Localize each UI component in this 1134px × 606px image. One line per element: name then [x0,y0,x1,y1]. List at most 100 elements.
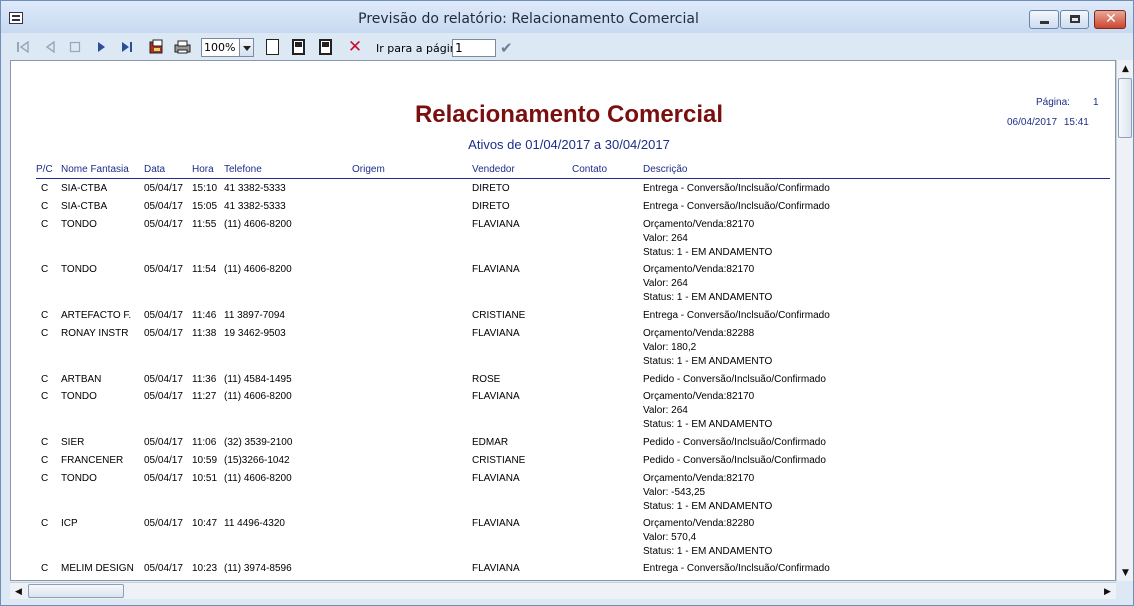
cell-telefone: 19 3462-9503 [224,328,286,339]
cell-descricao: Valor: 264 [643,233,688,244]
close-preview-button[interactable]: ✕ [346,37,364,57]
cell-descricao: Status: 1 - EM ANDAMENTO [643,356,773,367]
scroll-right-arrow[interactable]: ▶ [1099,583,1116,600]
cell-hora: 11:46 [192,310,217,321]
goto-page-input[interactable]: 1 [452,39,496,57]
cell-telefone: (11) 4606-8200 [224,219,292,230]
minimize-button[interactable] [1029,10,1059,29]
cell-descricao: Status: 1 - EM ANDAMENTO [643,292,773,303]
report-preview-window: Previsão do relatório: Relacionamento Co… [0,0,1134,606]
cell-vendedor: FLAVIANA [472,328,520,339]
last-page-button[interactable] [118,38,136,56]
cell-vendedor: FLAVIANA [472,518,520,529]
cell-data: 05/04/17 [144,264,183,275]
cell-pc: C [41,310,49,321]
cell-data: 05/04/17 [144,310,183,321]
zoom-select[interactable]: 100% [201,38,254,57]
close-button[interactable]: ✕ [1094,10,1126,29]
header-descricao: Descrição [643,164,688,175]
header-telefone: Telefone [224,164,262,175]
cell-vendedor: FLAVIANA [472,563,520,574]
cell-nome-fantasia: SIER [61,437,85,448]
cell-vendedor: ROSE [472,374,501,385]
page-number: 1 [1093,97,1099,108]
title-bar[interactable]: Previsão do relatório: Relacionamento Co… [1,1,1133,33]
cell-vendedor: DIRETO [472,201,510,212]
export-icon [149,39,163,54]
cell-vendedor: DIRETO [472,183,510,194]
chevron-down-icon[interactable] [239,39,253,56]
cell-nome-fantasia: ARTEFACTO F. [61,310,132,321]
cell-data: 05/04/17 [144,391,183,402]
cell-telefone: (32) 3539-2100 [224,437,293,448]
print-button[interactable] [174,38,192,56]
stop-button[interactable] [66,38,84,56]
cell-hora: 11:36 [192,374,217,385]
cell-descricao: Pedido - Conversão/Inclsuão/Confirmado [643,374,826,385]
cell-pc: C [41,391,49,402]
cell-data: 05/04/17 [144,455,183,466]
page-width-view-button[interactable] [292,39,305,55]
window-title: Previsão do relatório: Relacionamento Co… [358,11,699,27]
cell-descricao: Status: 1 - EM ANDAMENTO [643,546,773,557]
cell-pc: C [41,264,49,275]
single-page-view-button[interactable] [266,39,279,55]
close-red-icon: ✕ [347,37,363,57]
checkmark-icon[interactable]: ✔ [500,39,513,57]
cell-telefone: 41 3382-5333 [224,201,286,212]
cell-data: 05/04/17 [144,563,183,574]
cell-descricao: Valor: 264 [643,405,688,416]
cell-hora: 10:47 [192,518,218,529]
cell-pc: C [41,183,49,194]
header-hora: Hora [192,164,214,175]
two-page-view-button[interactable] [319,39,332,55]
cell-data: 05/04/17 [144,201,183,212]
cell-descricao: Pedido - Conversão/Inclsuão/Confirmado [643,437,826,448]
cell-pc: C [41,328,49,339]
cell-nome-fantasia: TONDO [61,264,97,275]
first-page-icon [17,41,29,53]
print-date: 06/04/2017 [1007,117,1058,128]
scroll-down-arrow[interactable]: ▼ [1117,564,1134,581]
cell-descricao: Status: 1 - EM ANDAMENTO [643,419,773,430]
zoom-value: 100% [204,41,236,54]
first-page-button[interactable] [14,38,32,56]
header-origem: Origem [352,164,385,175]
vertical-scroll-thumb[interactable] [1118,78,1132,138]
next-page-button[interactable] [92,38,110,56]
cell-descricao: Valor: 264 [643,278,688,289]
preview-toolbar: 100% ✕ Ir para a página 1 ✔ [1,33,1133,60]
cell-descricao: Entrega - Conversão/Inclsuão/Confirmado [643,183,830,194]
cell-data: 05/04/17 [144,374,183,385]
previous-page-icon [45,41,55,53]
cell-descricao: Orçamento/Venda:82170 [643,473,755,484]
cell-hora: 10:23 [192,563,218,574]
cell-nome-fantasia: SIA-CTBA [61,183,108,194]
maximize-button[interactable] [1060,10,1089,29]
cell-pc: C [41,518,49,529]
cell-data: 05/04/17 [144,473,183,484]
cell-hora: 11:06 [192,437,217,448]
cell-data: 05/04/17 [144,219,183,230]
cell-descricao: Entrega - Conversão/Inclsuão/Confirmado [643,563,830,574]
header-contato: Contato [572,164,608,175]
cell-telefone: 11 3897-7094 [224,310,285,321]
cell-telefone: 11 4496-4320 [224,518,285,529]
cell-hora: 15:10 [192,183,218,194]
scroll-left-arrow[interactable]: ◀ [10,583,27,600]
header-nome-fantasia: Nome Fantasia [61,164,129,175]
vertical-scrollbar[interactable]: ▲ ▼ [1116,60,1133,581]
minimize-icon [1040,21,1049,24]
cell-nome-fantasia: SIA-CTBA [61,201,108,212]
cell-nome-fantasia: TONDO [61,391,97,402]
goto-page-label: Ir para a página [376,42,464,55]
scroll-up-arrow[interactable]: ▲ [1117,60,1134,77]
previous-page-button[interactable] [41,38,59,56]
horizontal-scroll-thumb[interactable] [28,584,124,598]
cell-hora: 15:05 [192,201,218,212]
cell-descricao: Status: 1 - EM ANDAMENTO [643,247,773,258]
export-button[interactable] [148,38,166,56]
cell-descricao: Valor: 570,4 [643,532,697,543]
horizontal-scrollbar[interactable]: ◀ ▶ [10,582,1116,599]
cell-pc: C [41,563,49,574]
